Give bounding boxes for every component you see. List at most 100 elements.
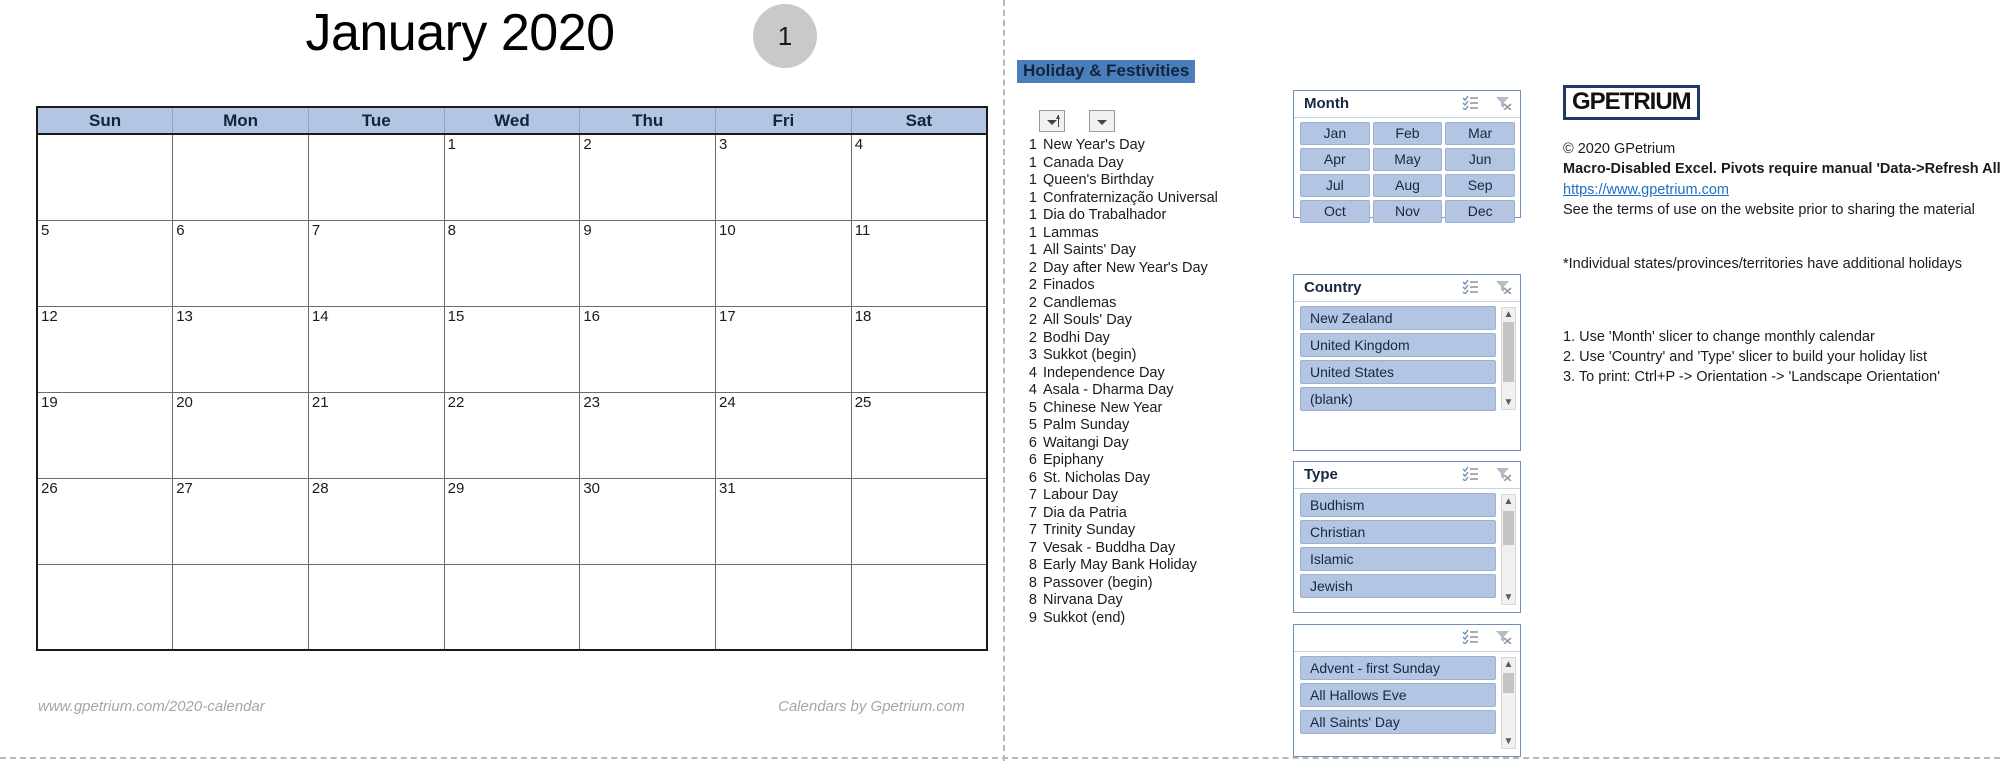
multi-select-icon[interactable] (1462, 279, 1479, 299)
holiday-day: 7 (1028, 487, 1037, 503)
filter-dropdown-icon[interactable] (1089, 110, 1115, 132)
calendar-day-cell[interactable] (307, 563, 445, 650)
scroll-up-icon[interactable]: ▲ (1502, 658, 1515, 671)
calendar-day-cell[interactable]: 28 (307, 477, 445, 565)
slicer-item-new-zealand[interactable]: New Zealand (1300, 306, 1496, 330)
slicer-type-scrollbar[interactable]: ▲ ▼ (1501, 494, 1516, 605)
slicer-item-blank[interactable]: (blank) (1300, 387, 1496, 411)
clear-filter-icon[interactable] (1495, 466, 1512, 486)
website-link[interactable]: https://www.gpetrium.com (1563, 181, 1729, 199)
slicer-holiday-name[interactable]: Advent - first Sunday All Hallows Eve Al… (1293, 624, 1521, 757)
calendar-day-cell[interactable]: 26 (36, 477, 174, 565)
slicer-item-islamic[interactable]: Islamic (1300, 547, 1496, 571)
calendar-day-cell[interactable]: 25 (850, 391, 988, 479)
list-item: 6 Waitangi Day (1019, 435, 1287, 453)
slicer-item-sep[interactable]: Sep (1445, 174, 1515, 197)
calendar-day-cell[interactable]: 21 (307, 391, 445, 479)
calendar-day-cell[interactable]: 8 (443, 219, 581, 307)
scrollbar-thumb[interactable] (1503, 322, 1514, 382)
calendar-day-cell[interactable]: 7 (307, 219, 445, 307)
calendar-day-cell[interactable]: 23 (579, 391, 717, 479)
calendar-day-cell[interactable] (443, 563, 581, 650)
slicer-item-feb[interactable]: Feb (1372, 122, 1443, 145)
multi-select-icon[interactable] (1462, 629, 1479, 649)
slicer-item-jul[interactable]: Jul (1300, 174, 1370, 197)
calendar-day-cell[interactable]: 19 (36, 391, 174, 479)
calendar-day-cell[interactable]: 16 (579, 305, 717, 393)
calendar-day-cell[interactable] (172, 563, 309, 650)
slicer-item-aug[interactable]: Aug (1372, 174, 1443, 197)
slicer-month[interactable]: Month Jan Feb Mar Apr May Jun Jul Aug Se… (1293, 90, 1521, 223)
slicer-holiday-name-scrollbar[interactable]: ▲ ▼ (1501, 657, 1516, 749)
calendar-day-cell[interactable] (850, 563, 988, 650)
slicer-item-may[interactable]: May (1372, 148, 1443, 171)
calendar-day-cell[interactable] (715, 563, 852, 650)
scroll-down-icon[interactable]: ▼ (1502, 396, 1515, 409)
calendar-day-cell[interactable]: 1 (443, 133, 581, 221)
calendar-day-cell[interactable]: 27 (172, 477, 309, 565)
scrollbar-thumb[interactable] (1503, 673, 1514, 693)
slicer-item-all-hallows-eve[interactable]: All Hallows Eve (1300, 683, 1496, 707)
calendar-day-cell[interactable]: 15 (443, 305, 581, 393)
calendar-day-cell[interactable]: 18 (850, 305, 988, 393)
calendar-day-cell[interactable]: 14 (307, 305, 445, 393)
slicer-item-jewish[interactable]: Jewish (1300, 574, 1496, 598)
calendar-day-cell[interactable]: 29 (443, 477, 581, 565)
holiday-day: 2 (1028, 277, 1037, 293)
slicer-item-dec[interactable]: Dec (1445, 200, 1515, 223)
scroll-down-icon[interactable]: ▼ (1502, 591, 1515, 604)
slicer-country-scrollbar[interactable]: ▲ ▼ (1501, 307, 1516, 410)
holiday-name: Trinity Sunday (1043, 522, 1136, 538)
multi-select-icon[interactable] (1462, 95, 1479, 115)
slicer-country[interactable]: Country New Zealand United Kingdom Unite… (1293, 274, 1521, 451)
calendar-day-cell[interactable]: 17 (715, 305, 852, 393)
calendar-day-cell[interactable]: 11 (850, 219, 988, 307)
multi-select-icon[interactable] (1462, 466, 1479, 486)
clear-filter-icon[interactable] (1495, 279, 1512, 299)
slicer-item-jan[interactable]: Jan (1300, 122, 1370, 145)
calendar-day-cell[interactable]: 4 (850, 133, 988, 221)
holiday-day: 5 (1028, 417, 1037, 433)
scroll-up-icon[interactable]: ▲ (1502, 308, 1515, 321)
calendar-day-cell[interactable]: 10 (715, 219, 852, 307)
calendar-day-cell[interactable] (579, 563, 717, 650)
calendar-day-cell[interactable] (307, 133, 445, 221)
calendar-day-cell[interactable]: 12 (36, 305, 174, 393)
slicer-item-oct[interactable]: Oct (1300, 200, 1370, 223)
slicer-item-nov[interactable]: Nov (1372, 200, 1443, 223)
calendar-day-cell[interactable]: 24 (715, 391, 852, 479)
calendar-day-cell[interactable]: 9 (579, 219, 717, 307)
calendar-day-cell[interactable] (36, 133, 174, 221)
calendar-day-cell[interactable]: 13 (172, 305, 309, 393)
scroll-up-icon[interactable]: ▲ (1502, 495, 1515, 508)
slicer-item-mar[interactable]: Mar (1445, 122, 1515, 145)
clear-filter-icon[interactable] (1495, 95, 1512, 115)
slicer-item-jun[interactable]: Jun (1445, 148, 1515, 171)
calendar-day-cell[interactable]: 3 (715, 133, 852, 221)
calendar-day-cell[interactable]: 22 (443, 391, 581, 479)
calendar-day-cell[interactable] (36, 563, 174, 650)
slicer-item-united-states[interactable]: United States (1300, 360, 1496, 384)
calendar-day-cell[interactable]: 2 (579, 133, 717, 221)
calendar-day-cell[interactable] (172, 133, 309, 221)
slicer-item-united-kingdom[interactable]: United Kingdom (1300, 333, 1496, 357)
calendar-day-cell[interactable]: 30 (579, 477, 717, 565)
slicer-type[interactable]: Type Budhism Christian Islamic Jewish ▲ … (1293, 461, 1521, 613)
scrollbar-thumb[interactable] (1503, 511, 1514, 545)
slicer-item-all-saints-day[interactable]: All Saints' Day (1300, 710, 1496, 734)
holiday-name: Queen's Birthday (1043, 172, 1154, 188)
calendar-day-cell[interactable]: 31 (715, 477, 852, 565)
slicer-type-icons (1462, 466, 1512, 486)
clear-filter-icon[interactable] (1495, 629, 1512, 649)
slicer-item-advent-first-sunday[interactable]: Advent - first Sunday (1300, 656, 1496, 680)
scroll-down-icon[interactable]: ▼ (1502, 735, 1515, 748)
calendar-day-cell[interactable] (850, 477, 988, 565)
calendar-day-cell[interactable]: 20 (172, 391, 309, 479)
slicer-item-apr[interactable]: Apr (1300, 148, 1370, 171)
sort-filter-dropdown-icon[interactable] (1039, 110, 1065, 132)
calendar-day-cell[interactable]: 6 (172, 219, 309, 307)
calendar-day-cell[interactable]: 5 (36, 219, 174, 307)
slicer-item-budhism[interactable]: Budhism (1300, 493, 1496, 517)
holiday-name: Canada Day (1043, 154, 1124, 171)
slicer-item-christian[interactable]: Christian (1300, 520, 1496, 544)
